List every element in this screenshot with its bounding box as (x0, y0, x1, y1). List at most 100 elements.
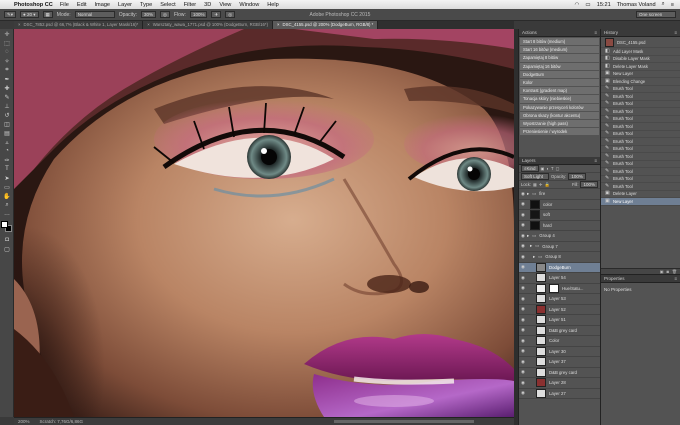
eyedropper-tool-icon[interactable]: ✒ (2, 75, 12, 83)
visibility-eye-icon[interactable]: ◉ (519, 306, 527, 312)
quick-mask-icon[interactable]: ◘ (2, 236, 12, 244)
pressure-opacity-icon[interactable]: ◎ (160, 11, 170, 18)
actions-tab[interactable]: Actions (522, 30, 537, 35)
layer-row[interactable]: ◉ Layer 37 (519, 357, 600, 368)
layer-row[interactable]: ◉ color (519, 199, 600, 210)
lock-position-icon[interactable]: ✛ (539, 182, 543, 187)
brush-panel-toggle-icon[interactable]: ▦ (42, 11, 53, 18)
filter-shape-icon[interactable]: ▢ (556, 166, 560, 171)
history-item[interactable]: ✎ Brush Tool (601, 101, 680, 108)
visibility-eye-icon[interactable]: ◉ (519, 338, 527, 344)
layer-mask-thumbnail[interactable] (549, 283, 559, 293)
layer-row[interactable]: ◉ soft (519, 210, 600, 221)
brush-size-picker[interactable]: ● 20 ▾ (20, 11, 39, 18)
move-tool-icon[interactable]: ✛ (2, 30, 12, 38)
pressure-size-icon[interactable]: ◎ (225, 11, 236, 18)
visibility-eye-icon[interactable]: ◉ (519, 317, 527, 323)
layers-tab[interactable]: Layers (522, 158, 536, 163)
type-tool-icon[interactable]: T (2, 165, 12, 173)
fill-field[interactable]: 100% (580, 181, 598, 188)
workspace-select[interactable]: One screen (636, 11, 676, 18)
user-name[interactable]: Thomas Voland (617, 2, 656, 8)
visibility-eye-icon[interactable]: ◉ (519, 390, 527, 396)
wifi-icon[interactable]: ◠ (575, 2, 580, 8)
visibility-eye-icon[interactable]: ◉ (519, 201, 527, 207)
history-item[interactable]: ✎ Brush Tool (601, 108, 680, 116)
layer-row[interactable]: ◉ Layer 53 (519, 294, 600, 305)
menu-layer[interactable]: Layer (118, 2, 132, 8)
layer-opacity-field[interactable]: 100% (568, 173, 586, 180)
expand-arrow-icon[interactable]: ▸ (533, 254, 535, 260)
visibility-eye-icon[interactable]: ◉ (519, 243, 527, 249)
close-tab-icon[interactable]: × (147, 21, 150, 29)
visibility-eye-icon[interactable]: ◉ (519, 222, 527, 228)
action-button[interactable]: Kontrast (gradient map) (520, 87, 599, 95)
zoom-tool-icon[interactable]: ⌕ (2, 201, 12, 209)
properties-panel-header[interactable]: Properties ≡ (601, 275, 680, 283)
lasso-tool-icon[interactable]: ◌ (2, 48, 12, 56)
history-brush-icon[interactable]: ↺ (2, 111, 12, 119)
visibility-eye-icon[interactable]: ◉ (519, 369, 527, 375)
color-swatches[interactable] (1, 221, 13, 233)
history-snapshot[interactable]: DSC_4155.psd (601, 37, 680, 48)
history-item[interactable]: ✎ Brush Tool (601, 146, 680, 153)
document-tab[interactable]: × DSC_4155.psd @ 200% (DodgeBurn, RGB/8) … (273, 21, 379, 29)
visibility-eye-icon[interactable]: ◉ (519, 191, 527, 197)
history-item[interactable]: ▣ New Layer (601, 198, 680, 206)
dodge-tool-icon[interactable]: ◔ (2, 147, 12, 155)
history-item[interactable]: ✎ Brush Tool (601, 131, 680, 138)
visibility-eye-icon[interactable]: ◉ (519, 296, 527, 302)
history-item[interactable]: ▣ New Layer (601, 71, 680, 78)
action-button[interactable]: Wyostrzanie (high pass) (520, 119, 599, 128)
battery-icon[interactable]: ▭ (585, 2, 590, 8)
action-button[interactable]: Start 8 bitów (medium) (520, 38, 599, 46)
history-item[interactable]: ✎ Brush Tool (601, 93, 680, 101)
layer-row[interactable]: ◉ Color (519, 336, 600, 347)
layer-row[interactable]: ◉ ▸ ▭ Group 4 (519, 231, 600, 242)
layers-panel-header[interactable]: Layers ≡ (519, 157, 600, 165)
screen-mode-icon[interactable]: ▢ (2, 245, 12, 253)
history-item[interactable]: ✎ Brush Tool (601, 138, 680, 146)
visibility-eye-icon[interactable]: ◉ (519, 285, 527, 291)
history-item[interactable]: ▣ Blending Change (601, 78, 680, 86)
visibility-eye-icon[interactable]: ◉ (519, 264, 527, 270)
scratch-info[interactable]: Scratch: 7,76G/6,86G (40, 419, 84, 424)
visibility-eye-icon[interactable]: ◉ (519, 233, 527, 239)
document-tab[interactable]: × DSC_7852.psd @ 66,7% (Black & White 1, … (14, 21, 144, 29)
layer-row[interactable]: ◉ Layer 28 (519, 378, 600, 389)
action-button[interactable]: Przeniesienie / wyrodek (520, 128, 599, 136)
layer-row[interactable]: ◉ Layer 51 (519, 315, 600, 326)
layer-row[interactable]: ◉ ▸ ▭ fire (519, 189, 600, 200)
properties-tab[interactable]: Properties (604, 276, 625, 281)
menu-help[interactable]: Help (267, 2, 279, 8)
blend-mode-select[interactable]: Soft Light (521, 173, 549, 180)
lock-all-icon[interactable]: 🔒 (545, 182, 550, 188)
layer-row[interactable]: ◉ D&B grey card (519, 367, 600, 378)
layer-row[interactable]: ◉ DodgeBurn (519, 262, 600, 273)
menu-file[interactable]: File (60, 2, 69, 8)
pen-tool-icon[interactable]: ✑ (2, 156, 12, 164)
layer-row[interactable]: ◉ Layer 52 (519, 304, 600, 315)
visibility-eye-icon[interactable]: ◉ (519, 348, 527, 354)
hand-tool-icon[interactable]: ✋ (2, 192, 12, 200)
menu-3d[interactable]: 3D (204, 2, 211, 8)
expand-arrow-icon[interactable]: ▸ (530, 243, 532, 249)
layer-row[interactable]: ◉ ▸ ▭ Group 7 (519, 242, 600, 252)
panel-menu-icon[interactable]: ≡ (674, 30, 680, 35)
filter-type-icon[interactable]: T (551, 166, 554, 171)
visibility-eye-icon[interactable]: ◉ (519, 359, 527, 365)
history-item[interactable]: ✎ Brush Tool (601, 168, 680, 176)
history-item[interactable]: ✎ Brush Tool (601, 176, 680, 183)
layer-row[interactable]: ◉ Layer 54 (519, 273, 600, 284)
actions-panel-header[interactable]: Actions ≡ (519, 29, 600, 37)
history-tab[interactable]: History (604, 30, 618, 35)
visibility-eye-icon[interactable]: ◉ (519, 380, 527, 386)
action-button[interactable]: DodgeBurn (520, 70, 599, 78)
visibility-eye-icon[interactable]: ◉ (519, 327, 527, 333)
history-item[interactable]: ◧ Add Layer Mask (601, 48, 680, 56)
action-button[interactable]: Tonacja skóry (niebieskie) (520, 95, 599, 103)
filter-kind-select[interactable]: ⌕ Kind (521, 165, 539, 172)
expand-arrow-icon[interactable]: ▸ (527, 233, 529, 239)
layer-row[interactable]: ◉ Hue/Satu... (519, 283, 600, 294)
more-tools-icon[interactable]: … (2, 210, 12, 218)
